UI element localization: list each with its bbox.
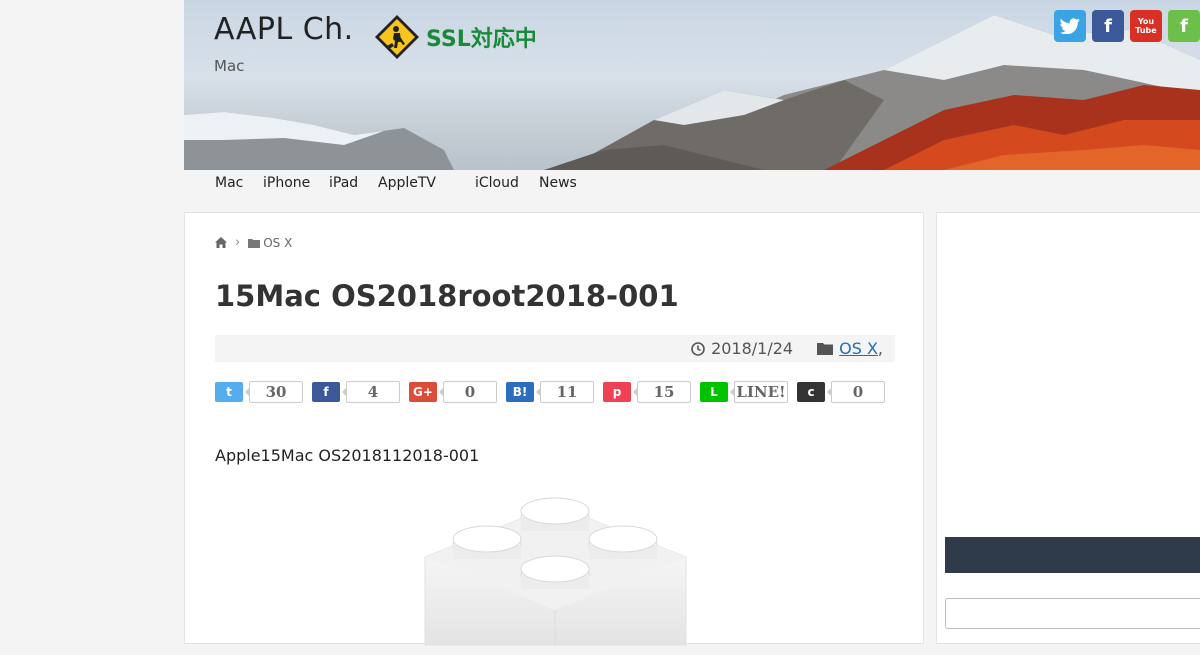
twitter-icon[interactable] (1054, 10, 1086, 42)
article-title: 15Mac OS2018root2018-001 (215, 279, 679, 313)
facebook-icon[interactable]: f (1092, 10, 1124, 42)
article-card: › OS X 15Mac OS2018root2018-001 2018/1/2… (184, 212, 924, 646)
article-date: 2018/1/24 (711, 339, 794, 358)
sidebar-widget-header (945, 537, 1200, 573)
breadcrumb: › OS X (215, 235, 292, 250)
construction-sign-icon (375, 15, 419, 59)
share-comment[interactable]: c0 (797, 381, 885, 403)
breadcrumb-category-label: OS X (263, 235, 293, 250)
facebook-icon[interactable]: f (312, 382, 340, 402)
article-category-link[interactable]: OS X (839, 339, 878, 358)
twitter-icon[interactable]: t (215, 382, 243, 402)
share-pocket[interactable]: p 15 (603, 381, 691, 403)
article-meta: 2018/1/24 OS X, (215, 335, 895, 362)
site-title[interactable]: AAPL Ch. (214, 12, 354, 47)
sidebar-search-input[interactable] (945, 598, 1200, 629)
article-hero-image (424, 497, 687, 646)
site-header: AAPL Ch. Mac SSL対応中 f You Tube f (184, 0, 1200, 170)
sidebar (936, 212, 1200, 644)
share-facebook-count: 4 (342, 381, 400, 403)
feedly-icon[interactable]: f (1168, 10, 1200, 42)
share-buttons: t 30 f 4 G+ 0 B! 11 p 15 L LINE! c 0 (215, 381, 894, 403)
googleplus-icon[interactable]: G+ (409, 382, 437, 402)
clock-icon (691, 341, 705, 356)
hatena-icon[interactable]: B! (506, 382, 534, 402)
line-icon[interactable]: L (700, 382, 728, 402)
breadcrumb-separator: › (235, 235, 241, 250)
share-pocket-count: 15 (633, 381, 691, 403)
category-separator: , (877, 339, 883, 358)
youtube-icon[interactable]: You Tube (1130, 10, 1162, 42)
ssl-badge: SSL対応中 (374, 14, 537, 60)
nav-item-iphone[interactable]: iPhone (263, 175, 310, 191)
nav-item-icloud[interactable]: iCloud (475, 175, 519, 191)
share-twitter[interactable]: t 30 (215, 381, 303, 403)
share-comment-count: 0 (827, 381, 885, 403)
share-line-count: LINE! (730, 381, 788, 403)
folder-icon (248, 238, 261, 248)
nav-item-ipad[interactable]: iPad (329, 175, 358, 191)
share-facebook[interactable]: f4 (312, 381, 400, 403)
nav-item-news[interactable]: News (539, 175, 577, 191)
article-intro: Apple15Mac OS2018112018-001 (215, 446, 480, 465)
main-nav: Mac iPhone iPad AppleTV iCloud News (184, 170, 1200, 198)
breadcrumb-category[interactable]: OS X (248, 236, 292, 250)
share-hatena-count: 11 (536, 381, 594, 403)
comment-icon[interactable]: c (797, 382, 825, 402)
folder-icon (817, 343, 834, 355)
share-googleplus-count: 0 (439, 381, 497, 403)
share-line[interactable]: L LINE! (700, 381, 788, 403)
nav-item-appletv[interactable]: AppleTV (378, 175, 436, 191)
nav-item-mac[interactable]: Mac (215, 175, 243, 191)
pocket-icon[interactable]: p (603, 382, 631, 402)
site-subtitle: Mac (214, 57, 245, 75)
share-googleplus[interactable]: G+ 0 (409, 381, 497, 403)
home-icon[interactable] (215, 237, 227, 248)
ssl-badge-text: SSL対応中 (426, 27, 537, 52)
social-links: f You Tube f (1054, 10, 1200, 42)
share-hatena[interactable]: B! 11 (506, 381, 594, 403)
share-twitter-count: 30 (245, 381, 303, 403)
